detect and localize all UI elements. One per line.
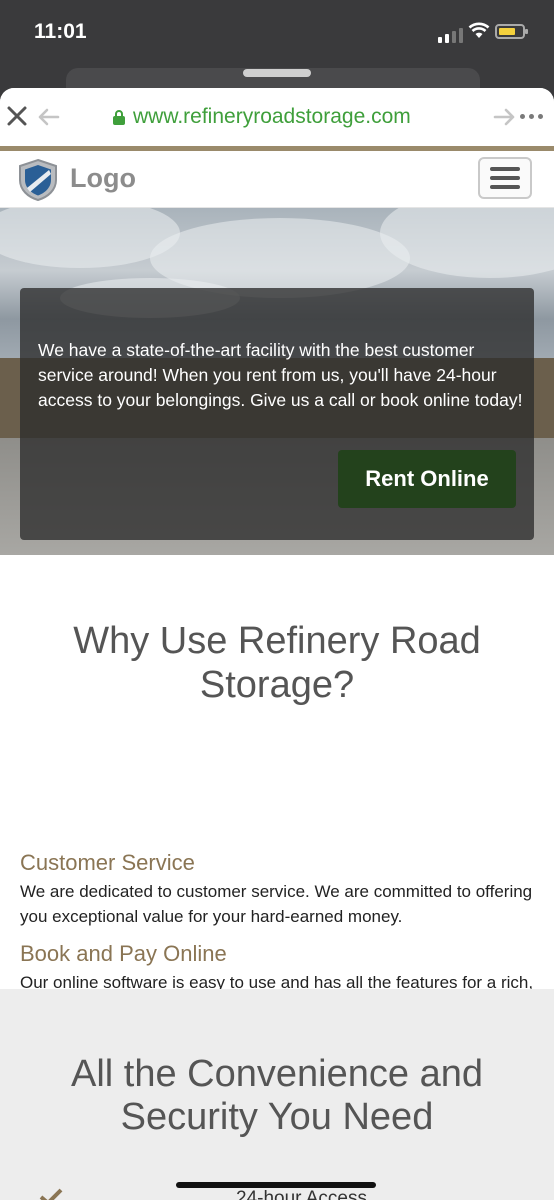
- url-text[interactable]: www.refineryroadstorage.com: [133, 105, 411, 129]
- sheet-grabber[interactable]: [243, 69, 311, 77]
- hero-text: We have a state-of-the-art facility with…: [38, 340, 523, 410]
- home-indicator[interactable]: [176, 1182, 376, 1188]
- site-header: Logo: [0, 151, 554, 208]
- status-bar: 11:01: [0, 0, 554, 62]
- back-arrow-icon[interactable]: [36, 107, 60, 127]
- battery-icon: [495, 24, 528, 39]
- wifi-icon: [468, 22, 490, 38]
- url-bar: www.refineryroadstorage.com: [0, 88, 554, 146]
- rent-online-button[interactable]: Rent Online: [338, 450, 516, 508]
- forward-arrow-icon[interactable]: [493, 107, 517, 127]
- logo-text[interactable]: Logo: [70, 163, 136, 194]
- shield-logo-icon[interactable]: [17, 158, 59, 202]
- lock-icon: [113, 110, 125, 125]
- convenience-section: All the Convenience and Security You Nee…: [0, 989, 554, 1200]
- status-time: 11:01: [34, 20, 87, 43]
- more-icon[interactable]: [520, 114, 543, 119]
- close-icon[interactable]: [6, 105, 28, 127]
- feature-title-customer-service: Customer Service: [20, 850, 195, 875]
- convenience-heading: All the Convenience and Security You Nee…: [71, 1053, 483, 1138]
- cellular-signal-icon: [438, 28, 463, 43]
- feature-text-customer-service: We are dedicated to customer service. We…: [20, 882, 533, 926]
- hamburger-menu-icon[interactable]: [478, 157, 532, 199]
- why-heading: Why Use Refinery Road Storage?: [73, 620, 481, 706]
- browser-sheet: www.refineryroadstorage.com Logo We have…: [0, 88, 554, 1200]
- why-section: Why Use Refinery Road Storage? Customer …: [0, 555, 554, 1017]
- feature-title-book-pay: Book and Pay Online: [20, 941, 227, 966]
- checkmark-icon: [39, 1188, 63, 1200]
- feature-item-24-hour-access: 24-hour Access: [236, 1188, 367, 1200]
